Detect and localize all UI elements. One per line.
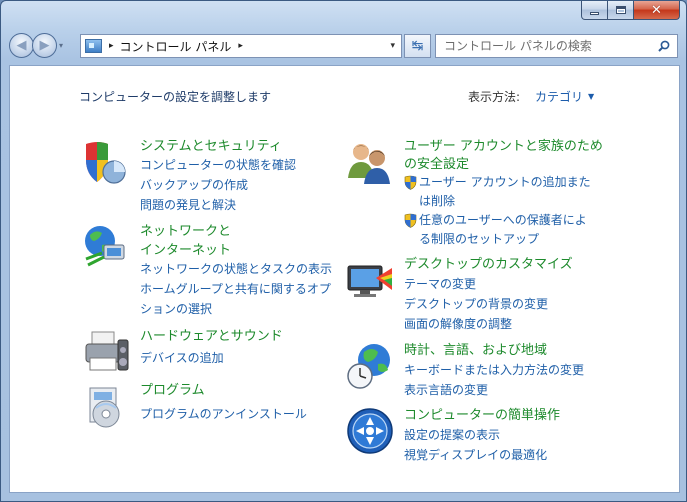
link-backup[interactable]: バックアップの作成	[140, 175, 296, 195]
back-arrow-icon: ◀	[16, 38, 27, 53]
page-subtitle: コンピューターの設定を調整します	[79, 90, 272, 104]
link-parental-controls-cont[interactable]: る制限のセットアップ	[404, 230, 603, 249]
category-title-programs[interactable]: プログラム	[140, 382, 307, 399]
search-icon[interactable]	[658, 40, 670, 52]
category-title-network-line1[interactable]: ネットワークと	[140, 223, 332, 240]
control-panel-icon	[85, 39, 102, 53]
link-parental-controls-label: 任意のユーザーへの保護者によ	[419, 213, 587, 227]
link-homegroup-sharing[interactable]: ホームグループと共有に関するオプ	[140, 279, 332, 299]
navigation-buttons: ◀ ▶ ▾	[9, 33, 69, 58]
caption-buttons: ✕	[581, 1, 680, 20]
breadcrumb-separator-icon[interactable]: ▸	[109, 41, 114, 51]
back-button[interactable]: ◀	[9, 33, 34, 58]
link-change-display-language[interactable]: 表示言語の変更	[404, 380, 584, 400]
link-change-background[interactable]: デスクトップの背景の変更	[404, 294, 573, 314]
link-add-remove-accounts-cont[interactable]: は削除	[404, 192, 603, 211]
breadcrumb-chevron-icon[interactable]: ▸	[238, 41, 243, 51]
category-title-clock-language-region[interactable]: 時計、言語、および地域	[404, 342, 584, 359]
category-title-network-line2[interactable]: インターネット	[140, 242, 332, 259]
program-disc-icon	[89, 387, 120, 428]
link-change-keyboard[interactable]: キーボードまたは入力方法の変更	[404, 360, 584, 380]
refresh-button[interactable]: ↹	[404, 34, 431, 58]
link-add-device[interactable]: デバイスの追加	[140, 348, 283, 368]
view-by-label: 表示方法:	[468, 90, 521, 104]
category-title-appearance[interactable]: デスクトップのカスタマイズ	[404, 256, 573, 273]
printer-icon	[85, 331, 129, 371]
close-button[interactable]: ✕	[634, 1, 680, 20]
category-title-user-accounts-line2[interactable]: の安全設定	[404, 156, 603, 173]
address-bar[interactable]: ▸ コントロール パネル ▸ ▾	[80, 34, 402, 58]
close-icon: ✕	[651, 2, 662, 18]
link-check-status[interactable]: コンピューターの状態を確認	[140, 155, 296, 175]
globe-network-icon	[85, 226, 125, 267]
recent-pages-dropdown[interactable]: ▾	[59, 41, 69, 50]
link-add-remove-accounts-label: ユーザー アカウントの追加また	[419, 175, 591, 189]
content-pane: コンピューターの設定を調整します 表示方法: カテゴリ ▼ システムとセキュリテ…	[9, 65, 680, 493]
link-network-status[interactable]: ネットワークの状態とタスクの表示	[140, 259, 332, 279]
view-by-dropdown[interactable]: カテゴリ ▼	[535, 88, 594, 105]
link-add-remove-accounts[interactable]: ユーザー アカウントの追加また	[404, 173, 603, 192]
link-troubleshoot[interactable]: 問題の発見と解決	[140, 195, 296, 215]
address-dropdown-icon[interactable]: ▾	[390, 41, 395, 51]
link-optimize-display[interactable]: 視覚ディスプレイの最適化	[404, 445, 560, 465]
view-by-value: カテゴリ	[535, 90, 584, 104]
link-suggested-settings[interactable]: 設定の提案の表示	[404, 425, 560, 445]
minimize-icon	[590, 11, 599, 15]
minimize-button[interactable]	[581, 1, 608, 20]
link-uninstall-program[interactable]: プログラムのアンインストール	[140, 404, 307, 424]
link-adjust-resolution[interactable]: 画面の解像度の調整	[404, 314, 573, 334]
link-change-theme[interactable]: テーマの変更	[404, 274, 573, 294]
category-title-system-security[interactable]: システムとセキュリティ	[140, 138, 296, 155]
category-title-hardware-sound[interactable]: ハードウェアとサウンド	[140, 328, 283, 345]
uac-shield-icon	[404, 175, 417, 190]
link-homegroup-sharing-cont[interactable]: ションの選択	[140, 299, 332, 319]
monitor-palette-icon	[347, 265, 392, 297]
ease-of-access-icon	[347, 408, 393, 454]
search-input[interactable]	[444, 39, 654, 53]
shield-pie-icon	[86, 142, 126, 184]
refresh-icon: ↹	[411, 38, 424, 54]
control-panel-window: ✕ ◀ ▶ ▾ ▸ コントロール パネル ▸ ▾ ↹ コンピューターの設定を調整…	[0, 0, 687, 502]
forward-button[interactable]: ▶	[32, 33, 57, 58]
maximize-icon	[615, 6, 626, 14]
maximize-button[interactable]	[608, 1, 634, 20]
users-icon	[348, 144, 390, 184]
uac-shield-icon	[404, 213, 417, 228]
forward-arrow-icon: ▶	[39, 38, 50, 53]
clock-globe-icon	[347, 344, 390, 389]
dropdown-arrow-icon: ▼	[588, 92, 595, 101]
search-box[interactable]	[435, 34, 678, 58]
category-title-user-accounts-line1[interactable]: ユーザー アカウントと家族のため	[404, 138, 603, 155]
link-parental-controls[interactable]: 任意のユーザーへの保護者によ	[404, 211, 603, 230]
breadcrumb-control-panel[interactable]: コントロール パネル	[120, 38, 232, 55]
category-title-ease-of-access[interactable]: コンピューターの簡単操作	[404, 407, 560, 424]
